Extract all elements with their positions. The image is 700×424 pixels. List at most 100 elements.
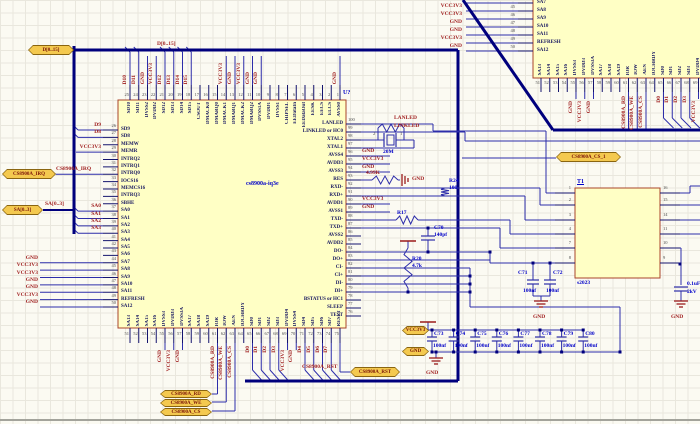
pin-number: 86 [348,229,360,234]
c71-ref[interactable]: C71 [518,270,527,276]
net-label: CS8900A_WE [218,346,224,380]
pin-number: 55 [155,331,164,336]
wire[interactable] [270,370,279,380]
c72-ref[interactable]: C72 [553,270,562,276]
port-cs1[interactable]: CS8900A_CS_1 [556,152,621,162]
c70-ref[interactable]: C70 [434,225,443,231]
port-gnd[interactable]: GND [402,347,429,356]
junction-dot[interactable] [407,291,410,294]
junction-dot[interactable] [560,351,563,354]
junction-dot[interactable] [427,227,430,230]
pin-number: 47 [502,20,515,25]
pin-name: DVSS1A [258,102,263,121]
junction-dot[interactable] [452,351,455,354]
wire[interactable] [253,370,262,380]
cap-value: 100nf [563,343,579,349]
crystal-pin-2: 2 [373,131,375,136]
pin-name: SD1 [669,66,674,75]
cap-ref: C76 [499,331,515,337]
c71-value[interactable]: 100nf [523,288,536,294]
c70-value[interactable]: 140pf [434,232,447,238]
pin-name: TEST [281,313,343,318]
wire[interactable] [279,370,288,380]
pin-name: MEMW [121,142,161,147]
net-label-linkled[interactable]: LINKLED [394,123,419,129]
crystal-body[interactable] [387,135,394,145]
wire[interactable] [323,370,332,380]
pin-number: 1 [330,92,339,97]
net-label-irq[interactable]: CS8900A_IRQ [56,166,91,172]
r20-value[interactable]: 4.7k [412,263,422,269]
junction-dot[interactable] [582,351,585,354]
port-rd[interactable]: CS8900A_RD [160,390,212,398]
pin-number: 50 [502,44,515,49]
junction-dot[interactable] [679,263,682,266]
wire[interactable] [681,118,691,128]
wire[interactable] [372,176,398,184]
port-cs[interactable]: CS8900A_CS [160,408,212,416]
iso-cap-value[interactable]: 0.1uF [687,281,700,287]
pin-number: 46 [502,12,515,17]
port-we[interactable]: CS8900A_WE [160,399,212,407]
net-label-lanled[interactable]: LANLED [394,115,417,121]
junction-dot[interactable] [431,351,434,354]
junction-dot[interactable] [469,283,472,286]
main-ic-ref[interactable]: U? [343,90,350,96]
wire[interactable] [396,216,418,224]
port-vcc[interactable]: VCC3V3 [402,326,429,335]
transformer-body[interactable] [575,188,660,278]
junction-dot[interactable] [517,351,520,354]
junction-dot[interactable] [489,251,492,254]
junction-dot[interactable] [427,251,430,254]
port-d-bus[interactable]: D[0..15] [28,45,74,55]
pin-number: 69 [278,331,287,336]
pin-name: SD8 [121,134,161,139]
res-resistor-value[interactable]: 4.99K [366,170,380,176]
wire[interactable] [664,118,674,128]
port-rst[interactable]: CS8900A_RST [350,367,400,377]
junction-dot[interactable] [532,262,535,265]
net-label: VCC3V3 [148,63,154,84]
net-label-dbus[interactable]: D[0..15] [157,41,176,47]
r17-ref[interactable]: R17 [397,210,406,216]
junction-dot[interactable] [474,351,477,354]
port-sa-bus[interactable]: SA[0..3] [2,205,43,215]
pin-name: INTRQ2 [121,157,161,162]
port-we-label: CS8900A_WE [171,401,202,406]
junction-dot[interactable] [435,351,438,354]
wire[interactable] [331,370,340,380]
junction-dot[interactable] [495,351,498,354]
wire[interactable] [672,118,682,128]
net-label-sabus[interactable]: SA[0..3] [45,201,64,207]
port-cs-label: CS8900A_CS [172,410,201,415]
r24-value[interactable]: 100 [449,185,457,191]
wire[interactable] [314,370,323,380]
pin-name: AVDD3 [281,161,343,166]
main-ic-part[interactable]: cs8900a-iq3e [246,181,279,187]
r24-ref[interactable]: R24 [449,178,458,184]
transformer-ref[interactable]: T1 [577,179,584,185]
pin-name: SD3 [276,317,281,326]
pin-number: 60 [610,80,619,85]
cap-ref: C80 [585,331,601,337]
port-irq[interactable]: CS8900A_IRQ [2,169,56,179]
pin-number: 59 [190,331,199,336]
pin-number: 44 [502,0,515,1]
net-label-rst[interactable]: CS8900A_RST [302,364,337,370]
cap-ref: C75 [477,331,493,337]
c72-value[interactable]: 100nf [546,288,559,294]
r20-ref[interactable]: R20 [412,256,421,262]
junction-dot[interactable] [619,351,622,354]
pin-name: DMARQ1 [232,102,237,124]
wire[interactable] [261,370,270,380]
junction-dot[interactable] [469,291,472,294]
junction-dot[interactable] [539,351,542,354]
wire[interactable] [305,370,314,380]
wire[interactable] [441,188,449,196]
transformer-part[interactable]: s2023 [577,280,590,286]
pin-number: 20 [164,92,173,97]
junction-dot[interactable] [549,262,552,265]
iso-cap-rating[interactable]: 2kV [687,289,697,295]
junction-dot[interactable] [469,275,472,278]
pin-number: 56 [575,80,584,85]
